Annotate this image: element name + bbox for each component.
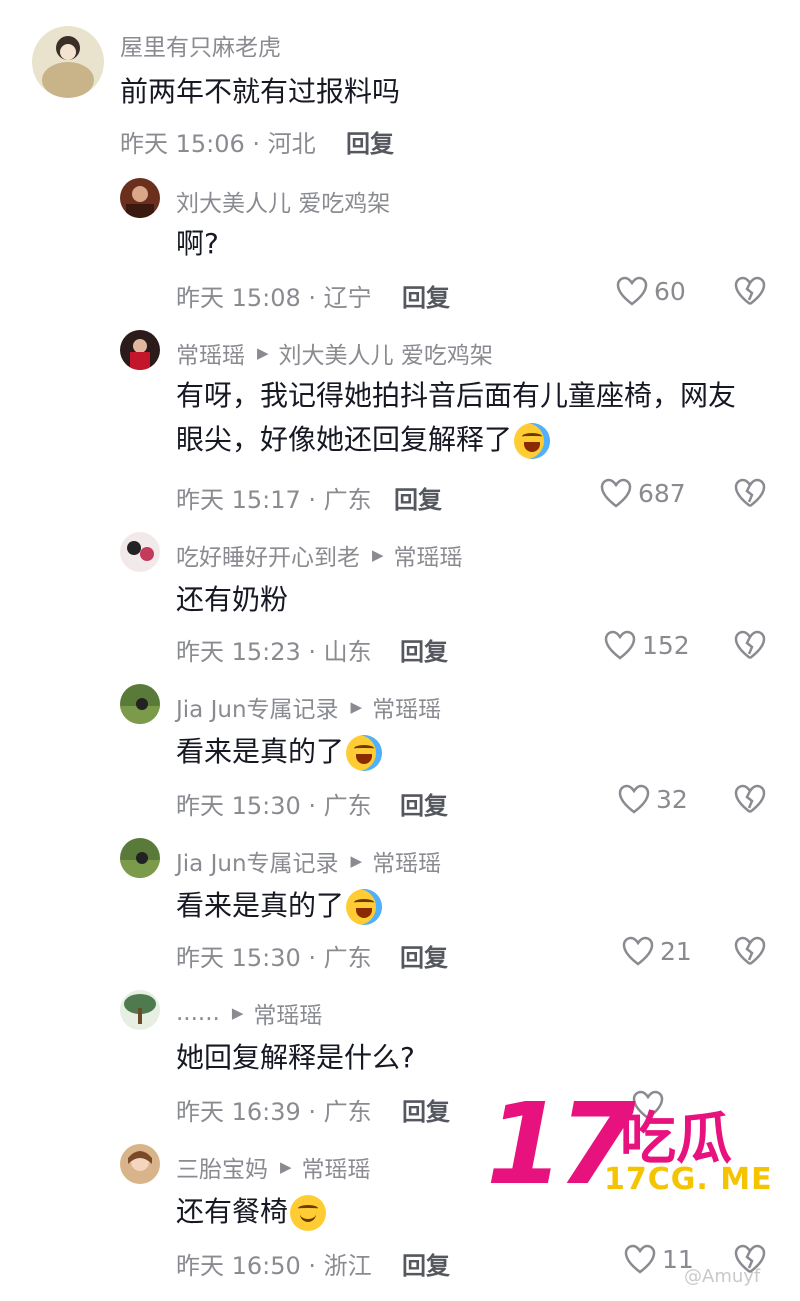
reply-meta: 昨天 16:50 · 浙江 — [176, 1252, 372, 1280]
like-count: 21 — [660, 936, 692, 966]
broken-heart-icon — [734, 784, 766, 813]
like-button[interactable]: 687 — [600, 478, 686, 508]
reply-meta: 昨天 15:30 · 广东 — [176, 944, 372, 972]
like-button[interactable]: 32 — [618, 784, 688, 814]
reply-arrow-icon: ▶ — [231, 1004, 244, 1022]
reply-button[interactable]: 回复 — [402, 1246, 450, 1281]
reply-to-name[interactable]: 刘大美人儿 爱吃鸡架 — [279, 336, 493, 370]
like-count: 32 — [656, 784, 688, 814]
reply-text: 还有餐椅 — [176, 1190, 327, 1234]
watermark-site: 17CG. ME — [604, 1162, 773, 1197]
reply-text: 有呀，我记得她拍抖音后面有儿童座椅，网友 眼尖，好像她还回复解释了 — [176, 374, 736, 462]
comment-meta: 昨天 15:06 · 河北 — [120, 130, 316, 158]
reply-author[interactable]: 吃好睡好开心到老 ▶ 常瑶瑶 — [176, 538, 463, 572]
dislike-button[interactable] — [734, 276, 766, 310]
avatar[interactable] — [32, 26, 104, 98]
crying-laughing-emoji-icon — [346, 735, 383, 771]
avatar[interactable] — [120, 1144, 160, 1184]
reply-button[interactable]: 回复 — [402, 1092, 450, 1127]
like-button[interactable]: 21 — [622, 936, 692, 966]
reply-arrow-icon: ▶ — [280, 1158, 292, 1176]
reply-meta: 昨天 15:08 · 辽宁 — [176, 284, 372, 312]
reply-to-name[interactable]: 常瑶瑶 — [372, 844, 441, 878]
reply-author[interactable]: Jia Jun专属记录 ▶ 常瑶瑶 — [176, 844, 441, 878]
broken-heart-icon — [734, 276, 766, 305]
dislike-button[interactable] — [734, 478, 766, 512]
reply-to-name[interactable]: 常瑶瑶 — [394, 538, 463, 572]
reply-author-name[interactable]: 三胎宝妈 — [176, 1150, 268, 1184]
like-button[interactable]: 60 — [616, 276, 686, 306]
reply-text-content: 看来是真的了 — [176, 889, 345, 922]
smirk-emoji-icon — [290, 1195, 327, 1231]
avatar[interactable] — [120, 838, 160, 878]
watermark-logo: 17 吃瓜 17CG. ME — [480, 1080, 790, 1210]
reply-arrow-icon: ▶ — [350, 852, 363, 870]
reply-author-name[interactable]: Jia Jun专属记录 — [176, 690, 339, 724]
heart-icon — [622, 936, 654, 966]
avatar[interactable] — [120, 990, 160, 1030]
comment-author[interactable]: 屋里有只麻老虎 — [120, 28, 281, 62]
avatar[interactable] — [120, 532, 160, 572]
crying-laughing-emoji-icon — [346, 889, 383, 925]
reply-to-name[interactable]: 常瑶瑶 — [253, 996, 322, 1030]
reply-author-name[interactable]: Jia Jun专属记录 — [176, 844, 339, 878]
like-count: 152 — [642, 630, 690, 660]
reply-arrow-icon: ▶ — [350, 698, 363, 716]
avatar[interactable] — [120, 684, 160, 724]
reply-text-line2: 眼尖，好像她还回复解释了 — [176, 423, 513, 456]
reply-text-content: 还有餐椅 — [176, 1195, 289, 1228]
reply-author[interactable]: Jia Jun专属记录 ▶ 常瑶瑶 — [176, 690, 441, 724]
crying-laughing-emoji-icon — [514, 423, 551, 459]
avatar[interactable] — [120, 178, 160, 218]
reply-button[interactable]: 回复 — [346, 124, 394, 159]
reply-author[interactable]: ...... ▶ 常瑶瑶 — [176, 996, 322, 1030]
heart-icon — [618, 784, 650, 814]
reply-button[interactable]: 回复 — [400, 786, 448, 821]
heart-icon — [616, 276, 648, 306]
reply-author-name[interactable]: 刘大美人儿 爱吃鸡架 — [176, 184, 390, 218]
reply-text-line: 眼尖，好像她还回复解释了 — [176, 418, 736, 462]
heart-icon — [604, 630, 636, 660]
source-credit: @Amuyf — [684, 1266, 761, 1287]
reply-to-name[interactable]: 常瑶瑶 — [302, 1150, 371, 1184]
reply-meta: 昨天 16:39 · 广东 — [176, 1098, 372, 1126]
like-count: 687 — [638, 478, 686, 508]
reply-meta: 昨天 15:17 · 广东 — [176, 486, 372, 514]
broken-heart-icon — [734, 478, 766, 507]
broken-heart-icon — [734, 630, 766, 659]
reply-button[interactable]: 回复 — [394, 480, 442, 515]
reply-meta: 昨天 15:23 · 山东 — [176, 638, 372, 666]
dislike-button[interactable] — [734, 784, 766, 818]
reply-text: 啊? — [176, 227, 219, 260]
heart-icon — [624, 1244, 656, 1274]
reply-button[interactable]: 回复 — [400, 938, 448, 973]
comment-text: 前两年不就有过报料吗 — [120, 75, 401, 108]
reply-arrow-icon: ▶ — [372, 546, 384, 564]
reply-author[interactable]: 常瑶瑶 ▶ 刘大美人儿 爱吃鸡架 — [176, 336, 493, 370]
dislike-button[interactable] — [734, 630, 766, 664]
like-count: 60 — [654, 276, 686, 306]
avatar[interactable] — [120, 330, 160, 370]
dislike-button[interactable] — [734, 936, 766, 970]
reply-author[interactable]: 刘大美人儿 爱吃鸡架 — [176, 184, 390, 218]
reply-text: 看来是真的了 — [176, 884, 383, 928]
reply-author[interactable]: 三胎宝妈 ▶ 常瑶瑶 — [176, 1150, 371, 1184]
reply-text-content: 看来是真的了 — [176, 735, 345, 768]
reply-author-name[interactable]: ...... — [176, 1000, 220, 1026]
like-button[interactable]: 152 — [604, 630, 690, 660]
reply-button[interactable]: 回复 — [400, 632, 448, 667]
reply-text: 还有奶粉 — [176, 583, 289, 616]
reply-meta: 昨天 15:30 · 广东 — [176, 792, 372, 820]
reply-arrow-icon: ▶ — [257, 344, 269, 362]
heart-icon — [600, 478, 632, 508]
reply-button[interactable]: 回复 — [402, 278, 450, 313]
reply-author-name[interactable]: 吃好睡好开心到老 — [176, 538, 360, 572]
reply-to-name[interactable]: 常瑶瑶 — [372, 690, 441, 724]
reply-author-name[interactable]: 常瑶瑶 — [176, 336, 245, 370]
reply-text-line: 有呀，我记得她拍抖音后面有儿童座椅，网友 — [176, 379, 737, 412]
reply-text: 她回复解释是什么? — [176, 1041, 415, 1074]
broken-heart-icon — [734, 936, 766, 965]
reply-text: 看来是真的了 — [176, 730, 383, 774]
